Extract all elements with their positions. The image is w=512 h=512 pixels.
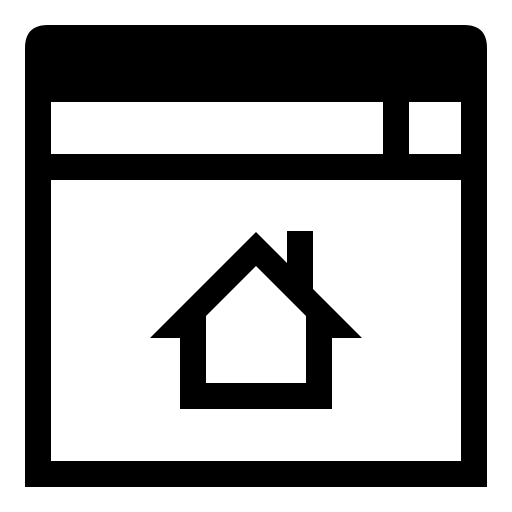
address-bar[interactable]	[51, 102, 383, 154]
window-button[interactable]	[409, 102, 461, 154]
browser-home-icon	[25, 25, 487, 487]
browser-home-icon-stage	[0, 0, 512, 512]
content-area	[51, 180, 461, 461]
